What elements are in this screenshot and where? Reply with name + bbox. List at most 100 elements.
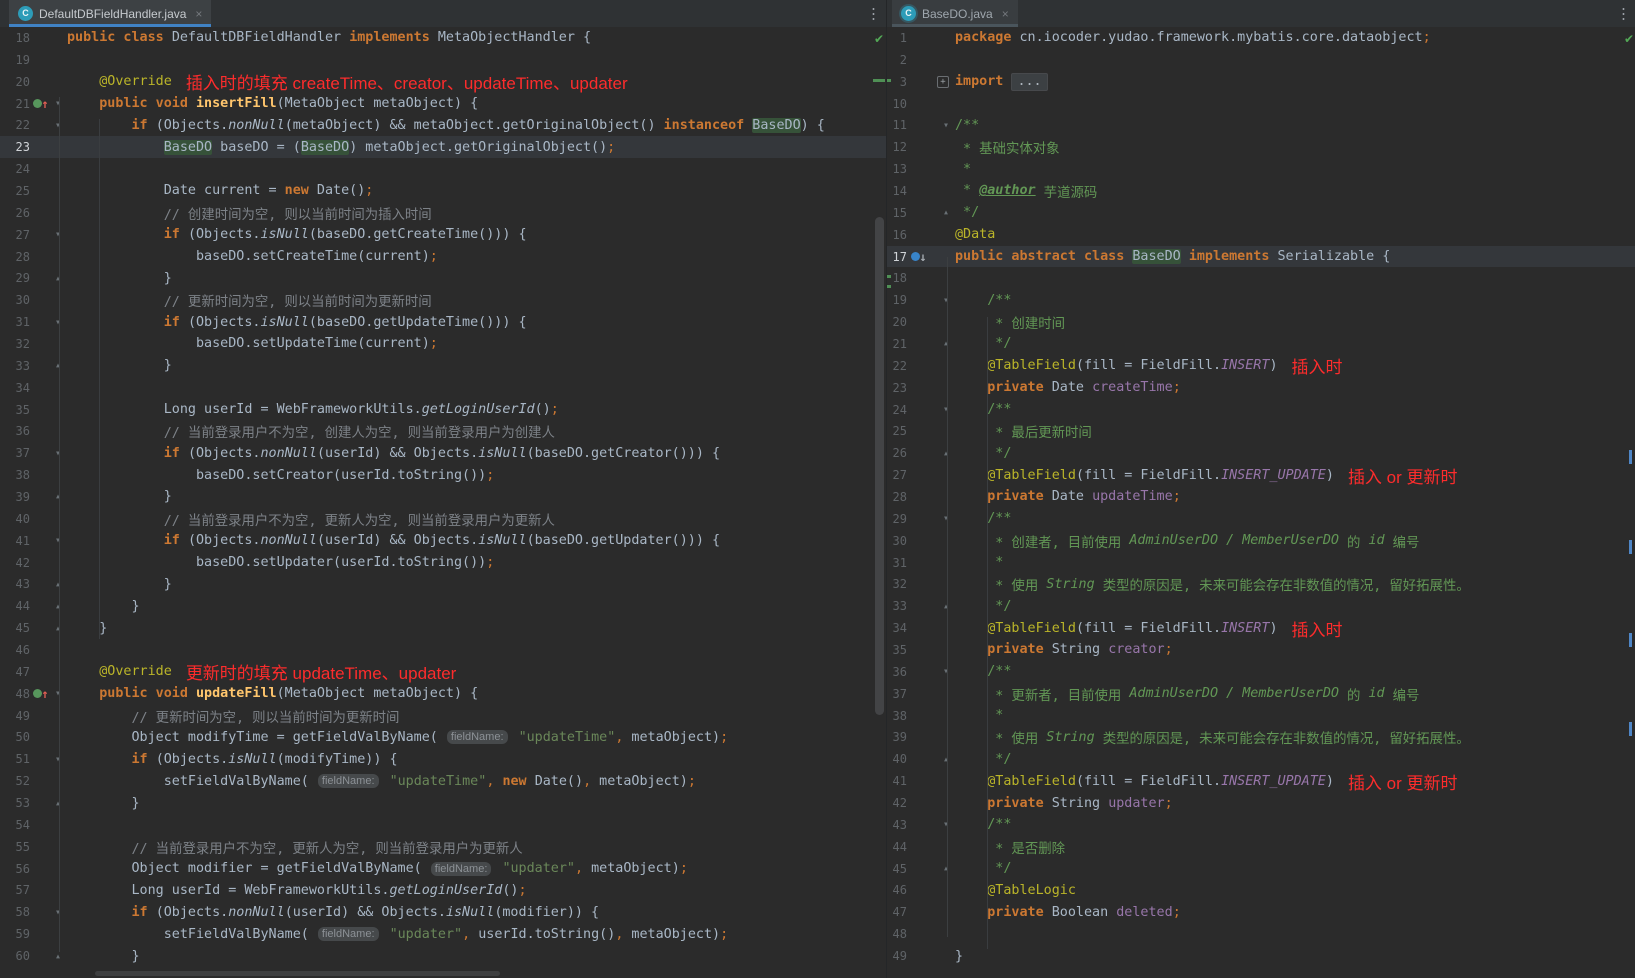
line-number[interactable]: 20 (891, 315, 907, 329)
code-line[interactable]: 45▴ } (0, 617, 886, 639)
line-number[interactable]: 40 (0, 512, 30, 526)
code-line[interactable]: 36▾ /** (887, 661, 1635, 683)
line-number[interactable]: 11 (891, 118, 907, 132)
code-line[interactable]: 42 baseDO.setUpdater(userId.toString()); (0, 552, 886, 574)
line-number[interactable]: 29 (0, 271, 30, 285)
implemented-method-gutter-icon[interactable]: ↓ (907, 250, 931, 264)
line-number[interactable]: 43 (891, 818, 907, 832)
line-number[interactable]: 34 (0, 381, 30, 395)
tab-close-icon[interactable]: × (195, 7, 202, 21)
code-line[interactable]: 28 baseDO.setCreateTime(current); (0, 246, 886, 268)
line-number[interactable]: 10 (891, 97, 907, 111)
tab-basedo[interactable]: C BaseDO.java × (892, 0, 1018, 27)
line-number[interactable]: 59 (0, 927, 30, 941)
code-line[interactable]: 60▴ } (0, 945, 886, 967)
line-number[interactable]: 49 (0, 709, 30, 723)
line-number[interactable]: 60 (0, 949, 30, 963)
line-number[interactable]: 39 (891, 730, 907, 744)
vertical-scrollbar-thumb[interactable] (875, 217, 884, 715)
fold-marker[interactable]: ▴ (931, 863, 955, 874)
inspections-ok-check-icon[interactable]: ✔ (874, 32, 884, 46)
code-line[interactable]: 25 Date current = new Date(); (0, 180, 886, 202)
line-number[interactable]: 56 (0, 862, 30, 876)
fold-marker[interactable]: ▴ (931, 207, 955, 218)
line-number[interactable]: 41 (891, 774, 907, 788)
line-number[interactable]: 45 (891, 862, 907, 876)
code-line[interactable]: 35 Long userId = WebFrameworkUtils.getLo… (0, 399, 886, 421)
line-number[interactable]: 48 (891, 927, 907, 941)
code-line[interactable]: 20 @Override插入时的填充 createTime、creator、up… (0, 71, 886, 93)
line-number[interactable]: 47 (891, 905, 907, 919)
code-line[interactable]: 10 (887, 93, 1635, 115)
code-line[interactable]: 21↑▾ public void insertFill(MetaObject m… (0, 93, 886, 115)
code-line[interactable]: 2 (887, 49, 1635, 71)
line-number[interactable]: 27 (891, 468, 907, 482)
line-number[interactable]: 32 (0, 337, 30, 351)
line-number[interactable]: 47 (0, 665, 30, 679)
code-line[interactable]: 17↓public abstract class BaseDO implemen… (887, 246, 1635, 268)
line-number[interactable]: 43 (0, 577, 30, 591)
inspections-ok-check-icon[interactable]: ✔ (1624, 32, 1634, 46)
line-number[interactable]: 41 (0, 534, 30, 548)
fold-marker[interactable]: ▾ (931, 819, 955, 830)
code-line[interactable]: 28 private Date updateTime; (887, 486, 1635, 508)
line-number[interactable]: 53 (0, 796, 30, 810)
fold-marker[interactable]: ▴ (931, 338, 955, 349)
line-number[interactable]: 19 (0, 53, 30, 67)
code-line[interactable]: 43▴ } (0, 573, 886, 595)
line-number[interactable]: 26 (0, 206, 30, 220)
line-number[interactable]: 33 (0, 359, 30, 373)
code-line[interactable]: 19▾ /** (887, 289, 1635, 311)
line-number[interactable]: 21 (891, 337, 907, 351)
folded-imports-chip[interactable]: ... (1011, 73, 1047, 91)
code-line[interactable]: 12 * 基础实体对象 (887, 136, 1635, 158)
code-line[interactable]: 36 // 当前登录用户不为空, 创建人为空, 则当前登录用户为创建人 (0, 420, 886, 442)
code-line[interactable]: 18 (887, 267, 1635, 289)
line-number[interactable]: 14 (891, 184, 907, 198)
code-line[interactable]: 31▾ if (Objects.isNull(baseDO.getUpdateT… (0, 311, 886, 333)
line-number[interactable]: 16 (891, 228, 907, 242)
line-number[interactable]: 1 (891, 31, 907, 45)
code-line[interactable]: 20 * 创建时间 (887, 311, 1635, 333)
code-line[interactable]: 48 (887, 923, 1635, 945)
code-line[interactable]: 23 private Date createTime; (887, 377, 1635, 399)
code-line[interactable]: 47 @Override更新时的填充 updateTime、updater (0, 661, 886, 683)
code-line[interactable]: 49} (887, 945, 1635, 967)
code-line[interactable]: 24▾ /** (887, 399, 1635, 421)
code-editor-left[interactable]: 18public class DefaultDBFieldHandler imp… (0, 27, 886, 978)
line-number[interactable]: 23 (891, 381, 907, 395)
tab-options-kebab-icon[interactable]: ⋮ (866, 6, 881, 21)
line-number[interactable]: 58 (0, 905, 30, 919)
code-line[interactable]: 32 * 使用 String 类型的原因是, 未来可能会存在非数值的情况, 留好… (887, 573, 1635, 595)
code-line[interactable]: 33▴ } (0, 355, 886, 377)
line-number[interactable]: 42 (0, 556, 30, 570)
code-line[interactable]: 59 setFieldValByName( fieldName: "update… (0, 923, 886, 945)
line-number[interactable]: 20 (0, 75, 30, 89)
fold-marker[interactable]: ▾ (931, 666, 955, 677)
line-number[interactable]: 38 (891, 709, 907, 723)
code-line[interactable]: 34 (0, 377, 886, 399)
fold-marker[interactable]: ▾ (931, 295, 955, 306)
code-line[interactable]: 58▾ if (Objects.nonNull(userId) && Objec… (0, 901, 886, 923)
line-number[interactable]: 36 (891, 665, 907, 679)
code-line[interactable]: 41▾ if (Objects.nonNull(userId) && Objec… (0, 530, 886, 552)
line-number[interactable]: 40 (891, 752, 907, 766)
code-line[interactable]: 38 baseDO.setCreator(userId.toString()); (0, 464, 886, 486)
line-number[interactable]: 22 (891, 359, 907, 373)
code-line[interactable]: 37 * 更新者, 目前使用 AdminUserDO / MemberUserD… (887, 683, 1635, 705)
line-number[interactable]: 18 (891, 271, 907, 285)
line-number[interactable]: 18 (0, 31, 30, 45)
line-number[interactable]: 48 (0, 687, 30, 701)
code-line[interactable]: 49 // 更新时间为空, 则以当前时间为更新时间 (0, 705, 886, 727)
code-line[interactable]: 1package cn.iocoder.yudao.framework.myba… (887, 27, 1635, 49)
line-number[interactable]: 55 (0, 840, 30, 854)
code-line[interactable]: 13 * (887, 158, 1635, 180)
code-line[interactable]: 25 * 最后更新时间 (887, 420, 1635, 442)
line-number[interactable]: 52 (0, 774, 30, 788)
code-line[interactable]: 19 (0, 49, 886, 71)
tab-options-kebab-icon[interactable]: ⋮ (1616, 6, 1631, 21)
code-line[interactable]: 46 @TableLogic (887, 880, 1635, 902)
expand-fold-icon[interactable]: + (937, 76, 949, 88)
line-number[interactable]: 23 (0, 140, 30, 154)
line-number[interactable]: 46 (891, 883, 907, 897)
